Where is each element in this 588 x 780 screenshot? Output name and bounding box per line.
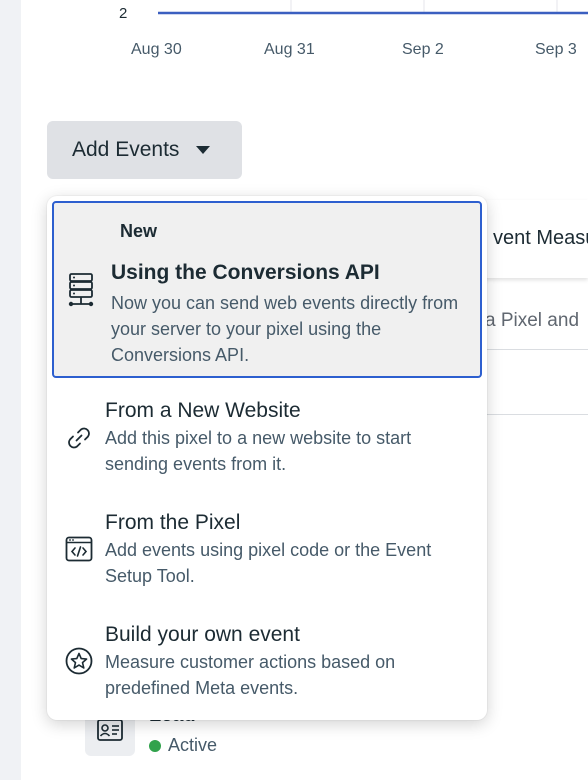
menu-item-new-website[interactable]: From a New Website Add this pixel to a n… [47, 390, 487, 486]
main-content: 2 Aug 30 Aug 31 Sep 2 Sep 3 Add Events v… [21, 0, 588, 780]
add-events-label: Add Events [72, 138, 180, 161]
background-row-text: a Pixel and [485, 310, 580, 331]
star-circle-icon [65, 647, 93, 675]
x-tick-label: Sep 3 [535, 41, 577, 58]
x-tick-label: Aug 31 [264, 41, 315, 58]
events-chart: 2 Aug 30 Aug 31 Sep 2 Sep 3 [21, 0, 588, 80]
menu-item-title: Using the Conversions API [111, 261, 380, 284]
active-status-dot [149, 739, 161, 752]
menu-item-description: Add events using pixel code or the Event… [105, 540, 432, 586]
link-icon [68, 427, 90, 449]
chart-plot [158, 0, 588, 15]
menu-item-build-event[interactable]: Build your own event Measure customer ac… [47, 614, 487, 710]
server-icon [68, 273, 94, 307]
menu-item-description: Measure customer actions based on predef… [105, 652, 396, 698]
background-card: vent Measu [481, 200, 588, 278]
caret-down-icon [196, 146, 211, 154]
code-window-icon [65, 536, 93, 562]
menu-item-description: Now you can send web events directly fro… [111, 293, 459, 365]
add-events-dropdown: New Using the Conversions API Now you ca… [47, 196, 487, 720]
left-gutter [0, 0, 21, 780]
menu-item-conversions-api[interactable]: New Using the Conversions API Now you ca… [52, 201, 482, 378]
x-tick-label: Sep 2 [402, 41, 444, 58]
menu-item-description: Add this pixel to a new website to start… [105, 428, 412, 474]
divider [481, 414, 588, 415]
divider [481, 349, 588, 350]
menu-item-from-pixel[interactable]: From the Pixel Add events using pixel co… [47, 502, 487, 598]
new-badge: New [120, 221, 158, 241]
background-card-text: vent Measu [493, 227, 588, 249]
menu-item-title: Build your own event [105, 623, 300, 646]
menu-item-title: From the Pixel [105, 511, 241, 534]
lead-status-text: Active [168, 735, 218, 755]
add-events-button[interactable]: Add Events [47, 121, 242, 179]
menu-item-title: From a New Website [105, 399, 301, 422]
lead-status: Active [149, 735, 217, 756]
x-tick-label: Aug 30 [131, 41, 182, 58]
